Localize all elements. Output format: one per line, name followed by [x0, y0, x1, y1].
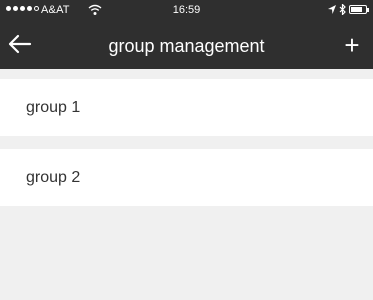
add-group-button[interactable]: + [339, 32, 365, 58]
battery-icon [349, 5, 369, 14]
group-name: group 2 [26, 168, 81, 186]
group-list-item[interactable]: group 1 [0, 79, 373, 136]
screen: A&AT 16:59 group management + group 1 gr… [0, 0, 373, 300]
back-button[interactable] [6, 29, 36, 59]
group-list: group 1 group 2 [0, 79, 373, 206]
status-indicators [328, 4, 369, 15]
location-arrow-icon [328, 5, 336, 14]
status-time: 16:59 [172, 4, 201, 16]
status-bar: A&AT 16:59 [0, 0, 373, 22]
arrow-left-icon [8, 34, 32, 54]
group-name: group 1 [26, 98, 81, 116]
header: A&AT 16:59 group management + [0, 0, 373, 69]
navigation-bar: group management + [0, 22, 373, 69]
group-list-item[interactable]: group 2 [0, 149, 373, 206]
page-title: group management [108, 36, 265, 56]
bluetooth-icon [339, 4, 346, 15]
battery-level [351, 7, 363, 12]
